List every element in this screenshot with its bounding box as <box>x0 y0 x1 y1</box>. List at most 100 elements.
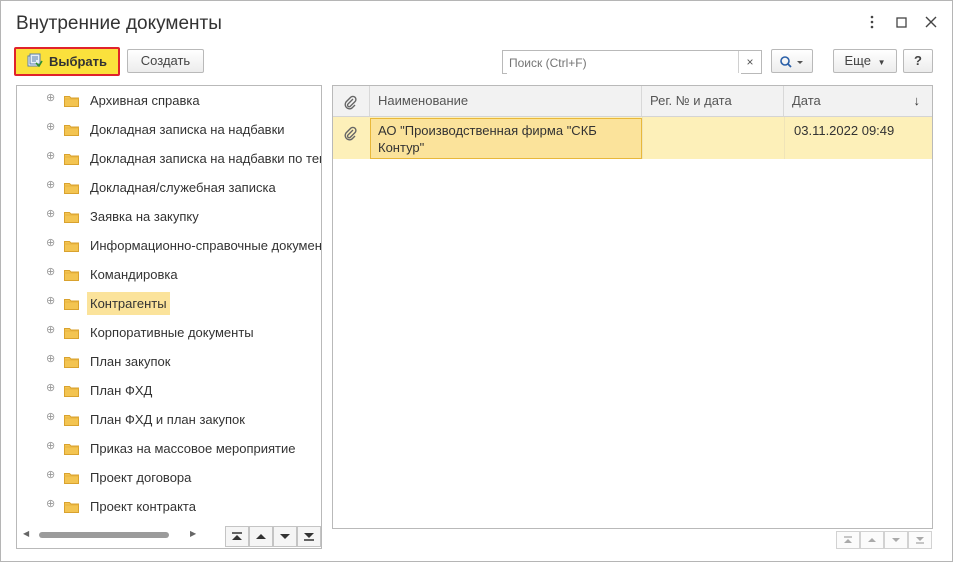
expand-icon[interactable]: ⊕ <box>46 151 55 162</box>
expand-icon[interactable]: ⊕ <box>46 238 55 249</box>
expand-icon[interactable]: ⊕ <box>46 267 55 278</box>
folder-icon <box>64 95 79 107</box>
tree-item-label: Информационно-справочные документ <box>90 238 322 253</box>
grid-next-button[interactable] <box>884 531 908 549</box>
paperclip-icon <box>344 95 357 110</box>
more-menu-icon[interactable] <box>864 15 880 31</box>
tree-item[interactable]: ⊕ План ФХД и план закупок <box>17 405 321 434</box>
tree-item[interactable]: ⊕ Докладная записка на надбавки <box>17 115 321 144</box>
close-icon[interactable] <box>923 15 939 31</box>
tree-nav-buttons <box>225 526 321 548</box>
column-header-reg[interactable]: Рег. № и дата <box>642 86 784 116</box>
folder-icon <box>64 327 79 339</box>
search-clear-button[interactable]: × <box>738 51 761 73</box>
internal-documents-window: Внутренние документы Выбрать Создать × Е… <box>0 0 953 562</box>
folder-icon <box>64 356 79 368</box>
expand-icon[interactable]: ⊕ <box>46 325 55 336</box>
tree-item[interactable]: ⊕ Архивная справка <box>17 86 321 115</box>
row-reg-cell[interactable] <box>642 117 784 159</box>
table-row[interactable]: АО "Производственная фирма "СКБ Контур" … <box>333 117 932 159</box>
tree-item[interactable]: ⊕ Докладная записка на надбавки по тем <box>17 144 322 173</box>
last-icon <box>916 537 924 544</box>
folder-icon <box>64 153 79 165</box>
tree-item[interactable]: ⊕ Контрагенты <box>17 289 321 318</box>
row-name-cell[interactable]: АО "Производственная фирма "СКБ Контур" <box>370 118 642 159</box>
last-item-button[interactable] <box>297 526 321 547</box>
help-button[interactable]: ? <box>903 49 933 73</box>
more-label: Еще <box>844 53 871 68</box>
expand-icon[interactable]: ⊕ <box>46 180 55 191</box>
window-title: Внутренние документы <box>16 13 222 34</box>
up-icon <box>256 534 266 539</box>
documents-grid: Наименование Рег. № и дата Дата ↓ АО "Пр… <box>332 85 933 529</box>
next-item-button[interactable] <box>273 526 297 547</box>
column-header-name[interactable]: Наименование <box>370 86 642 116</box>
tree-item-label: Проект договора <box>90 470 192 485</box>
expand-icon[interactable]: ⊕ <box>46 93 55 104</box>
folder-icon <box>64 443 79 455</box>
tree-item[interactable]: ⊕ Корпоративные документы <box>17 318 321 347</box>
folder-icon <box>64 298 79 310</box>
tree-item[interactable]: ⊕ Проект контракта <box>17 492 321 521</box>
expand-icon[interactable]: ⊕ <box>46 441 55 452</box>
expand-icon[interactable]: ⊕ <box>46 296 55 307</box>
expand-icon[interactable]: ⊕ <box>46 412 55 423</box>
first-icon <box>232 532 242 540</box>
expand-icon[interactable]: ⊕ <box>46 354 55 365</box>
first-icon <box>844 536 852 543</box>
scroll-right-icon[interactable]: ▶ <box>190 529 196 538</box>
tree-item[interactable]: ⊕ Командировка <box>17 260 321 289</box>
tree-item[interactable]: ⊕ План ФХД <box>17 376 321 405</box>
maximize-icon[interactable] <box>893 15 909 31</box>
select-icon <box>27 50 43 75</box>
tree-item-label: Заявка на закупку <box>90 209 199 224</box>
sort-descending-icon: ↓ <box>913 93 921 108</box>
first-item-button[interactable] <box>225 526 249 547</box>
horizontal-scrollbar-thumb[interactable] <box>39 532 169 538</box>
grid-first-button[interactable] <box>836 531 860 549</box>
search-input[interactable] <box>507 52 741 74</box>
more-button[interactable]: Еще ▼ <box>833 49 897 73</box>
tree-item[interactable]: ⊕ Приказ на массовое мероприятие <box>17 434 321 463</box>
create-button[interactable]: Создать <box>127 49 204 73</box>
toolbar: Выбрать Создать × Еще ▼ ? <box>1 45 952 77</box>
row-date-cell[interactable]: 03.11.2022 09:49 <box>784 117 894 159</box>
grid-last-button[interactable] <box>908 531 932 549</box>
expand-icon[interactable]: ⊕ <box>46 122 55 133</box>
expand-icon[interactable]: ⊕ <box>46 499 55 510</box>
search-box: × <box>502 50 762 74</box>
grid-header: Наименование Рег. № и дата Дата ↓ <box>333 86 932 117</box>
column-header-date[interactable]: Дата ↓ <box>784 86 932 116</box>
tree-item[interactable]: ⊕ Докладная/служебная записка <box>17 173 321 202</box>
grid-previous-button[interactable] <box>860 531 884 549</box>
folder-icon <box>64 240 79 252</box>
tree-item-label: Корпоративные документы <box>90 325 254 340</box>
tree-item-label: Докладная/служебная записка <box>90 180 276 195</box>
tree-footer: ◀ ▶ <box>17 526 321 548</box>
tree-item-label: Контрагенты <box>87 292 170 315</box>
scroll-left-icon[interactable]: ◀ <box>23 529 29 538</box>
attachment-column-header[interactable] <box>333 86 370 116</box>
folder-icon <box>64 211 79 223</box>
tree-item-label: Докладная записка на надбавки <box>90 122 285 137</box>
expand-icon[interactable]: ⊕ <box>46 209 55 220</box>
tree-item[interactable]: ⊕ Заявка на закупку <box>17 202 321 231</box>
tree-item[interactable]: ⊕ План закупок <box>17 347 321 376</box>
expand-icon[interactable]: ⊕ <box>46 383 55 394</box>
last-icon <box>304 533 314 541</box>
tree-item[interactable]: ⊕ Проект договора <box>17 463 321 492</box>
folder-icon <box>64 472 79 484</box>
previous-item-button[interactable] <box>249 526 273 547</box>
expand-icon[interactable]: ⊕ <box>46 470 55 481</box>
column-header-date-label: Дата <box>792 93 821 108</box>
select-button[interactable]: Выбрать <box>14 47 120 76</box>
up-icon <box>868 538 876 542</box>
tree-item-label: Докладная записка на надбавки по тем <box>90 151 322 166</box>
search-options-button[interactable] <box>771 49 813 73</box>
tree-item-label: Командировка <box>90 267 178 282</box>
tree-item-label: План ФХД и план закупок <box>90 412 245 427</box>
folder-icon <box>64 501 79 513</box>
tree-item-label: Проект контракта <box>90 499 196 514</box>
tree-item[interactable]: ⊕ Информационно-справочные документ <box>17 231 322 260</box>
chevron-down-icon: ▼ <box>877 58 886 67</box>
